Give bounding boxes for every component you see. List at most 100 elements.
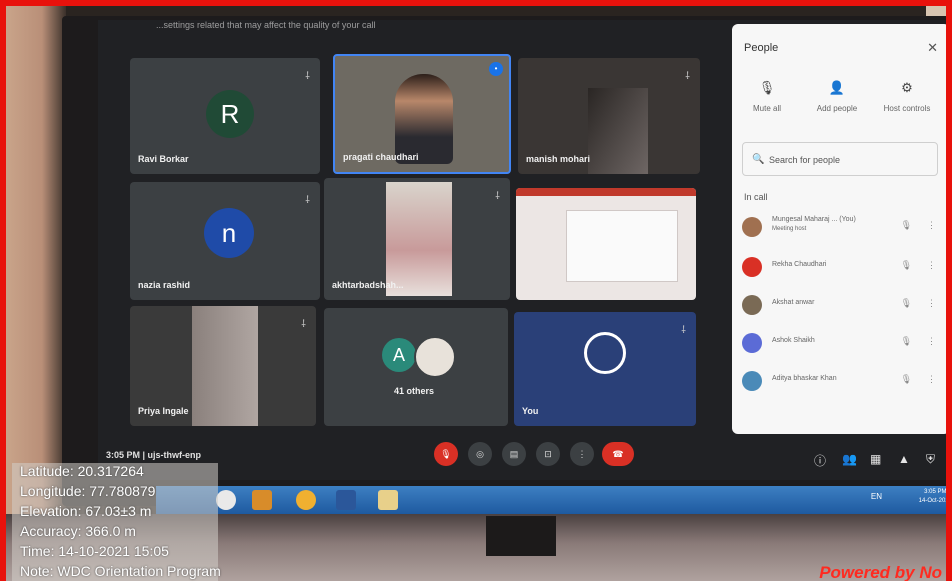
mic-off-icon[interactable]: 🎙 xyxy=(901,374,912,385)
present-icon: ⊡ xyxy=(544,448,552,459)
participant-name: Rekha Chaudhari xyxy=(772,261,827,268)
people-icon[interactable]: 👥 xyxy=(842,452,857,466)
close-icon[interactable]: ✕ xyxy=(927,40,938,56)
add-person-icon: 👤 xyxy=(828,80,846,95)
search-input[interactable]: 🔍 Search for people xyxy=(742,142,938,176)
participant-row[interactable]: Mungesal Maharaj ... (You) Meeting host … xyxy=(742,214,942,240)
avatar: n xyxy=(204,208,254,258)
participant-tile-akhtar[interactable]: ⸸ akhtarbadshah... xyxy=(324,178,510,300)
avatar: A xyxy=(382,338,416,372)
phone-hangup-icon: ☎ xyxy=(612,448,624,459)
avatar xyxy=(742,333,762,353)
participant-role: Meeting host xyxy=(772,226,807,232)
monitor-stand xyxy=(486,516,556,556)
folder-icon[interactable] xyxy=(378,490,398,510)
windows-taskbar: EN 3:05 PM 14-Oct-2021 xyxy=(156,486,946,514)
participant-video xyxy=(386,182,452,296)
participant-name: 41 others xyxy=(394,386,435,396)
more-options-button[interactable]: ⋮ xyxy=(570,442,594,466)
participant-video xyxy=(588,88,648,174)
activities-icon[interactable]: ▲ xyxy=(898,452,910,466)
participant-name: Ashok Shaikh xyxy=(772,337,815,344)
participant-name: nazia rashid xyxy=(138,280,191,290)
elevation-text: Elevation: 67.03±3 m xyxy=(20,503,152,519)
mic-off-icon: 🎙 xyxy=(758,80,776,95)
add-people-button[interactable]: 👤 Add people xyxy=(802,80,872,113)
chrome-icon[interactable] xyxy=(216,490,236,510)
avatar xyxy=(742,217,762,237)
chat-icon[interactable]: ▦ xyxy=(870,452,881,466)
host-controls-button[interactable]: ⚙ Host controls xyxy=(872,80,942,113)
note-text: Note: WDC Orientation Program xyxy=(20,563,221,579)
mic-off-icon: ⸸ xyxy=(305,71,310,82)
participant-name: pragati chaudhari xyxy=(343,152,419,162)
tray-language[interactable]: EN xyxy=(871,492,882,501)
participant-row[interactable]: Aditya bhaskar Khan 🎙 ⋮ xyxy=(742,368,942,394)
taskbar-clock[interactable]: 3:05 PM 14-Oct-2021 xyxy=(919,488,946,506)
more-icon[interactable]: ⋮ xyxy=(927,374,936,385)
mic-off-icon: 🎙 xyxy=(440,448,452,459)
mic-off-icon[interactable]: 🎙 xyxy=(901,336,912,347)
mic-off-icon: ⸸ xyxy=(305,195,310,206)
participant-row[interactable]: Akshat anwar 🎙 ⋮ xyxy=(742,292,942,318)
participant-name: Mungesal Maharaj ... (You) xyxy=(772,216,856,223)
mic-off-icon[interactable]: 🎙 xyxy=(901,298,912,309)
participant-video xyxy=(192,306,258,426)
accuracy-text: Accuracy: 366.0 m xyxy=(20,523,136,539)
mic-off-icon[interactable]: 🎙 xyxy=(901,220,912,231)
participant-tile-priya[interactable]: ⸸ Priya Ingale xyxy=(130,306,316,426)
avatar xyxy=(742,295,762,315)
info-icon[interactable]: ⓘ xyxy=(814,452,826,469)
mic-off-icon: ⸸ xyxy=(301,319,306,330)
mic-off-icon: ⸸ xyxy=(681,325,686,336)
participant-name: Priya Ingale xyxy=(138,406,189,416)
search-icon: 🔍 xyxy=(752,154,765,165)
speaker-video xyxy=(395,74,453,164)
participant-tile-manish[interactable]: ⸸ manish mohari xyxy=(518,58,700,174)
obs-logo-icon xyxy=(584,332,626,374)
avatar: R xyxy=(206,90,254,138)
presentation-toolbar xyxy=(516,188,696,196)
section-label: In call xyxy=(744,192,768,202)
mic-toggle-button[interactable]: 🎙 xyxy=(434,442,458,466)
more-icon[interactable]: ⋮ xyxy=(927,260,936,271)
mic-off-icon: ⸸ xyxy=(495,191,500,202)
meeting-info: 3:05 PM | ujs-thwf-enp xyxy=(106,450,202,460)
avatar xyxy=(742,257,762,277)
mute-all-button[interactable]: 🎙 Mute all xyxy=(732,80,802,113)
participant-tile-you[interactable]: ⸸ You xyxy=(514,312,696,426)
participant-name: Akshat anwar xyxy=(772,299,815,306)
captions-icon: ▤ xyxy=(509,448,519,459)
more-icon[interactable]: ⋮ xyxy=(927,220,936,231)
participant-row[interactable]: Rekha Chaudhari 🎙 ⋮ xyxy=(742,254,942,280)
more-icon[interactable]: ⋮ xyxy=(927,298,936,309)
captions-button[interactable]: ▤ xyxy=(502,442,526,466)
participant-tile-others[interactable]: A 41 others xyxy=(324,308,508,426)
panel-title: People xyxy=(744,42,779,54)
participant-tile-speaker[interactable]: • pragati chaudhari xyxy=(333,54,511,174)
screen-share-tile[interactable] xyxy=(516,188,696,300)
presentation-slide xyxy=(566,210,678,282)
app-icon[interactable] xyxy=(296,490,316,510)
speaking-indicator-icon: • xyxy=(489,62,503,76)
more-icon: ⋮ xyxy=(577,448,587,459)
participant-name: You xyxy=(522,406,539,416)
word-icon[interactable] xyxy=(336,490,356,510)
camera-toggle-button[interactable]: ◎ xyxy=(468,442,492,466)
participant-tile-ravi[interactable]: R ⸸ Ravi Borkar xyxy=(130,58,320,174)
present-button[interactable]: ⊡ xyxy=(536,442,560,466)
mic-off-icon[interactable]: 🎙 xyxy=(901,260,912,271)
participant-name: manish mohari xyxy=(526,154,591,164)
end-call-button[interactable]: ☎ xyxy=(602,442,634,466)
app-icon[interactable] xyxy=(252,490,272,510)
more-icon[interactable]: ⋮ xyxy=(927,336,936,347)
quality-banner: ...settings related that may affect the … xyxy=(156,20,376,30)
participant-tile-nazia[interactable]: n ⸸ nazia rashid xyxy=(130,182,320,300)
avatar-photo xyxy=(414,336,456,378)
latitude-text: Latitude: 20.317264 xyxy=(20,463,144,479)
participant-name: Aditya bhaskar Khan xyxy=(772,375,837,382)
participant-row[interactable]: Ashok Shaikh 🎙 ⋮ xyxy=(742,330,942,356)
shield-icon[interactable]: ⛨ xyxy=(926,452,935,467)
participant-name: Ravi Borkar xyxy=(138,154,189,164)
photo-frame: ...settings related that may affect the … xyxy=(0,0,952,581)
